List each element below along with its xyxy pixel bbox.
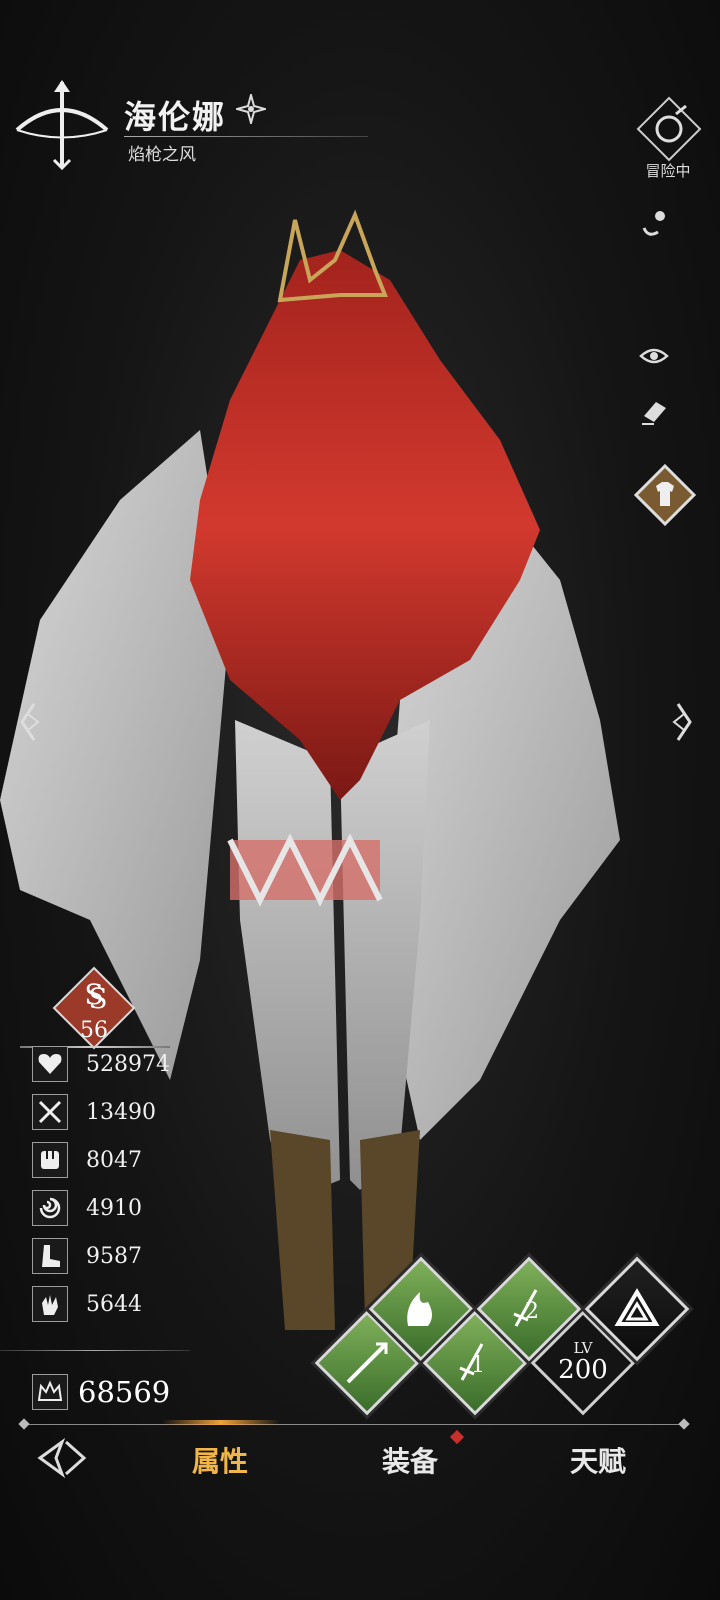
star-icon <box>236 94 266 124</box>
skill-slot-number: 2 <box>525 1299 539 1324</box>
nav-divider <box>22 1424 686 1425</box>
prev-hero-arrow-icon[interactable] <box>14 700 44 744</box>
name-divider <box>124 136 368 137</box>
stat-row-defense: 8047 <box>32 1140 142 1180</box>
hero-title: 焰枪之风 <box>128 145 196 165</box>
fist-defense-icon <box>32 1142 68 1178</box>
nav-divider-end <box>678 1418 690 1430</box>
swords-attack-icon <box>32 1094 68 1130</box>
stat-value: 528974 <box>86 1051 170 1077</box>
power-row: 68569 <box>32 1374 170 1410</box>
rank-level: 56 <box>80 1018 108 1043</box>
eye-icon[interactable] <box>634 336 674 376</box>
eraser-icon[interactable] <box>634 392 674 432</box>
nav-divider-end <box>18 1418 30 1430</box>
stat-value: 13490 <box>86 1099 156 1125</box>
active-tab-indicator <box>162 1420 280 1425</box>
archer-class-emblem-icon <box>15 80 109 170</box>
heart-hp-icon <box>32 1046 68 1082</box>
stat-value: 4910 <box>86 1195 142 1221</box>
flame-skill-icon <box>407 1292 432 1326</box>
level-prefix: LV <box>573 1339 593 1358</box>
stat-value: 9587 <box>86 1243 142 1269</box>
stat-row-magic: 4910 <box>32 1188 142 1228</box>
level-value: 200 <box>558 1355 608 1386</box>
next-hero-arrow-icon[interactable] <box>668 700 698 744</box>
pose-icon[interactable] <box>634 204 674 244</box>
tab-attributes[interactable]: 属性 <box>150 1440 290 1480</box>
crown-power-icon <box>32 1374 68 1410</box>
tab-equipment[interactable]: 装备 <box>340 1440 480 1480</box>
back-arrow-icon[interactable] <box>36 1438 90 1478</box>
outfit-icon[interactable] <box>634 464 696 526</box>
stat-value: 8047 <box>86 1147 142 1173</box>
adventure-status-label: 冒险中 <box>645 162 691 180</box>
svg-text:S: S <box>88 982 107 1015</box>
hand-special-icon <box>32 1286 68 1322</box>
swirl-magic-icon <box>32 1190 68 1226</box>
triangle-skill-icon <box>614 1288 660 1326</box>
skill-slot-number: 1 <box>471 1353 485 1378</box>
stat-row-speed: 9587 <box>32 1236 142 1276</box>
spear-skill-icon <box>346 1342 388 1384</box>
hero-name: 海伦娜 <box>124 98 227 136</box>
tab-talent[interactable]: 天赋 <box>528 1440 668 1480</box>
stat-row-hp: 528974 <box>32 1044 170 1084</box>
adventure-helmet-icon[interactable] <box>636 96 702 162</box>
stat-row-attack: 13490 <box>32 1092 156 1132</box>
boot-speed-icon <box>32 1238 68 1274</box>
stat-value: 5644 <box>86 1291 142 1317</box>
stats-divider <box>0 1350 190 1351</box>
stat-row-special: 5644 <box>32 1284 142 1324</box>
power-value: 68569 <box>78 1375 171 1409</box>
